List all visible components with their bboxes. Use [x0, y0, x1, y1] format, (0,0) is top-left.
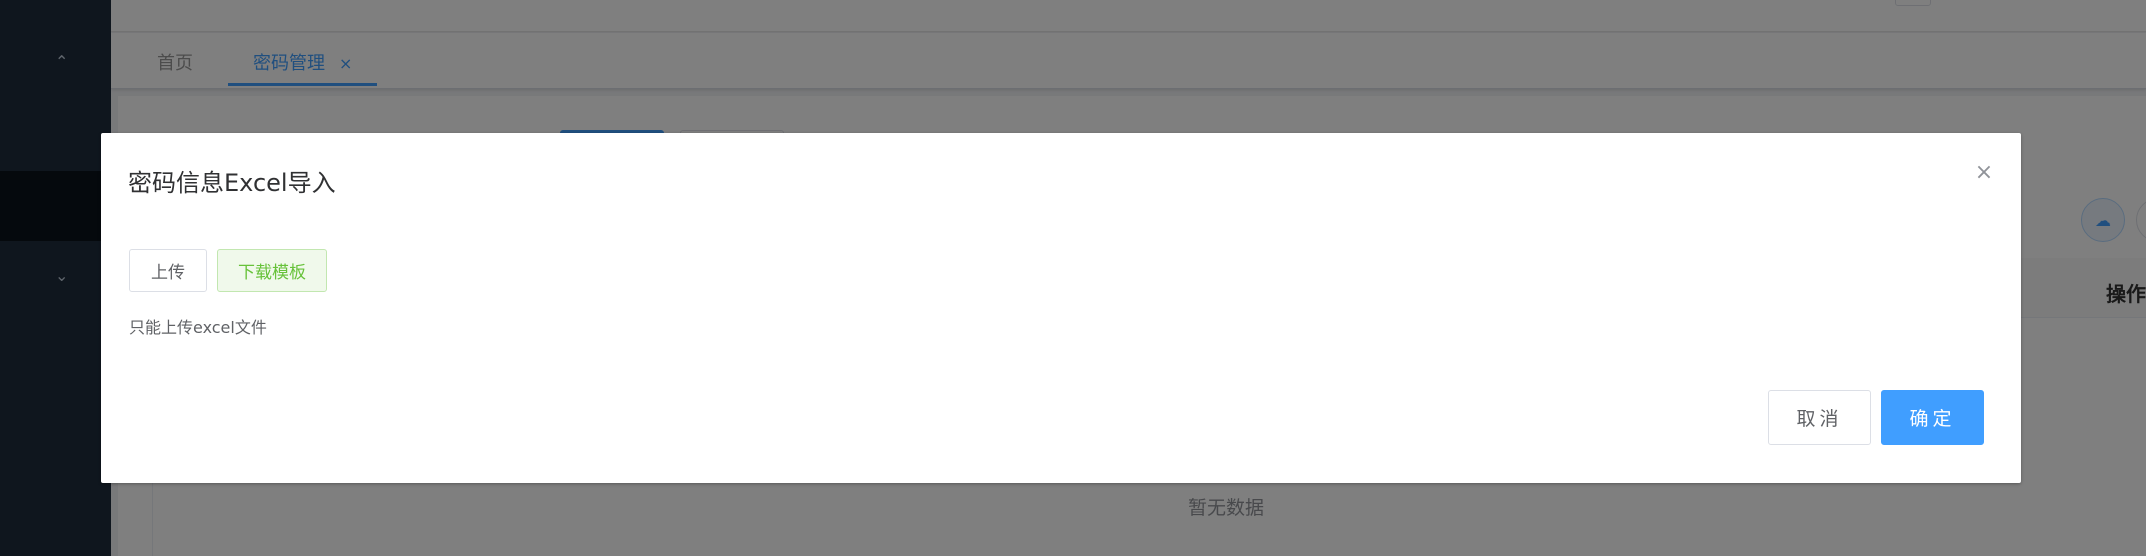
upload-tip: 只能上传excel文件 [129, 318, 267, 337]
close-icon[interactable]: × [1974, 162, 1994, 184]
download-template-button[interactable]: 下载模板 [217, 249, 327, 292]
upload-button[interactable]: 上传 [129, 249, 207, 292]
dialog-title: 密码信息Excel导入 [128, 169, 336, 197]
import-dialog: 密码信息Excel导入 × 上传 下载模板 只能上传excel文件 取消 确定 [101, 133, 2021, 483]
confirm-button[interactable]: 确定 [1881, 390, 1984, 445]
cancel-button[interactable]: 取消 [1768, 390, 1871, 445]
